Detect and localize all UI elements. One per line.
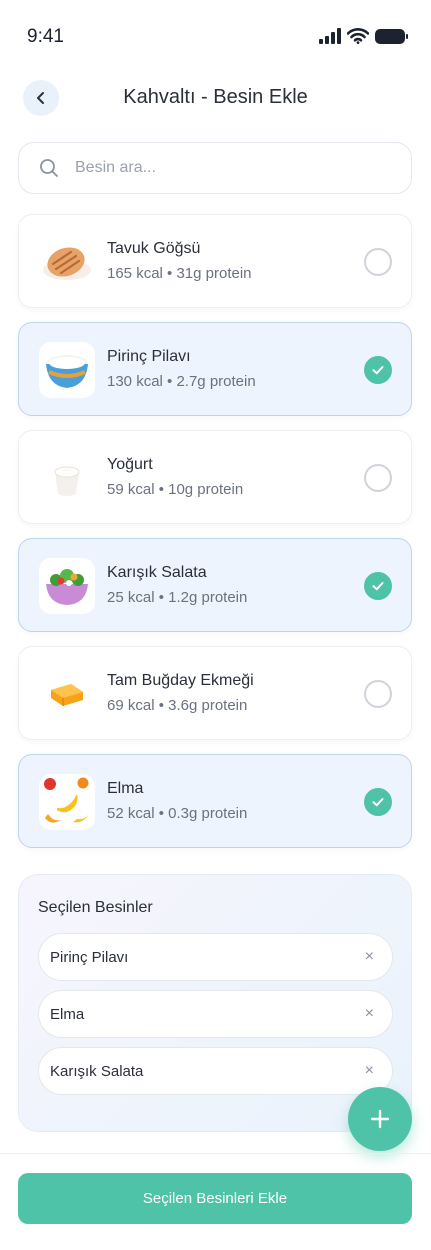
select-checkbox[interactable] [364, 464, 392, 492]
close-icon[interactable]: × [365, 948, 374, 966]
status-time: 9:41 [27, 26, 64, 47]
yogurt-cup-icon [39, 450, 95, 506]
bottom-divider [0, 1153, 431, 1154]
food-name: Elma [107, 780, 144, 797]
status-bar: 9:41 [0, 0, 431, 70]
close-icon[interactable]: × [365, 1062, 374, 1080]
wifi-icon [347, 28, 369, 44]
add-selected-foods-button[interactable]: Seçilen Besinleri Ekle [18, 1173, 412, 1224]
food-nutrition: 52 kcal • 0.3g protein [107, 805, 248, 822]
search-icon [40, 159, 58, 177]
food-name: Tavuk Göğsü [107, 240, 201, 257]
food-nutrition: 59 kcal • 10g protein [107, 481, 244, 498]
food-nutrition: 25 kcal • 1.2g protein [107, 589, 248, 606]
select-checkbox[interactable] [364, 680, 392, 708]
select-checkbox[interactable] [364, 572, 392, 600]
close-icon[interactable]: × [365, 1005, 374, 1023]
food-name: Yoğurt [107, 456, 153, 473]
rice-bowl-icon [39, 342, 95, 398]
select-checkbox[interactable] [364, 788, 392, 816]
selected-foods-panel: Seçilen Besinler Pirinç Pilavı × Elma × … [18, 874, 412, 1132]
food-item-yogurt[interactable]: Yoğurt 59 kcal • 10g protein [18, 430, 412, 524]
food-nutrition: 165 kcal • 31g protein [107, 265, 252, 282]
food-name: Pirinç Pilavı [107, 348, 191, 365]
food-nutrition: 130 kcal • 2.7g protein [107, 373, 256, 390]
food-item-elma[interactable]: Elma 52 kcal • 0.3g protein [18, 754, 412, 848]
select-checkbox[interactable] [364, 356, 392, 384]
food-item-pirinc-pilavi[interactable]: Pirinç Pilavı 130 kcal • 2.7g protein [18, 322, 412, 416]
battery-icon [375, 28, 408, 44]
salad-bowl-icon [39, 558, 95, 614]
chicken-icon [39, 234, 95, 290]
food-item-tam-bugday-ekmegi[interactable]: Tam Buğday Ekmeği 69 kcal • 3.6g protein [18, 646, 412, 740]
selected-chip: Pirinç Pilavı × [38, 933, 393, 981]
checkmark-icon [372, 366, 384, 375]
bread-icon [39, 666, 95, 722]
food-name: Tam Buğday Ekmeği [107, 672, 254, 689]
food-item-karisik-salata[interactable]: Karışık Salata 25 kcal • 1.2g protein [18, 538, 412, 632]
food-item-tavuk-gogsu[interactable]: Tavuk Göğsü 165 kcal • 31g protein [18, 214, 412, 308]
add-food-fab[interactable] [348, 1087, 412, 1151]
page-title: Kahvaltı - Besin Ekle [123, 86, 308, 108]
chip-label: Karışık Salata [50, 1062, 144, 1080]
chip-label: Elma [50, 1005, 85, 1023]
selected-chip: Karışık Salata × [38, 1047, 393, 1095]
select-checkbox[interactable] [364, 248, 392, 276]
search-input[interactable] [75, 159, 375, 177]
food-name: Karışık Salata [107, 564, 207, 581]
checkmark-icon [372, 798, 384, 807]
food-nutrition: 69 kcal • 3.6g protein [107, 697, 248, 714]
selected-foods-title: Seçilen Besinler [38, 899, 153, 916]
cellular-signal-icon [319, 28, 341, 44]
checkmark-icon [372, 582, 384, 591]
fruits-icon [39, 774, 95, 830]
chip-label: Pirinç Pilavı [50, 948, 129, 966]
header: Kahvaltı - Besin Ekle [0, 72, 431, 122]
selected-chip: Elma × [38, 990, 393, 1038]
status-icons [319, 28, 408, 44]
plus-icon [370, 1109, 390, 1129]
search-bar[interactable] [18, 142, 412, 194]
